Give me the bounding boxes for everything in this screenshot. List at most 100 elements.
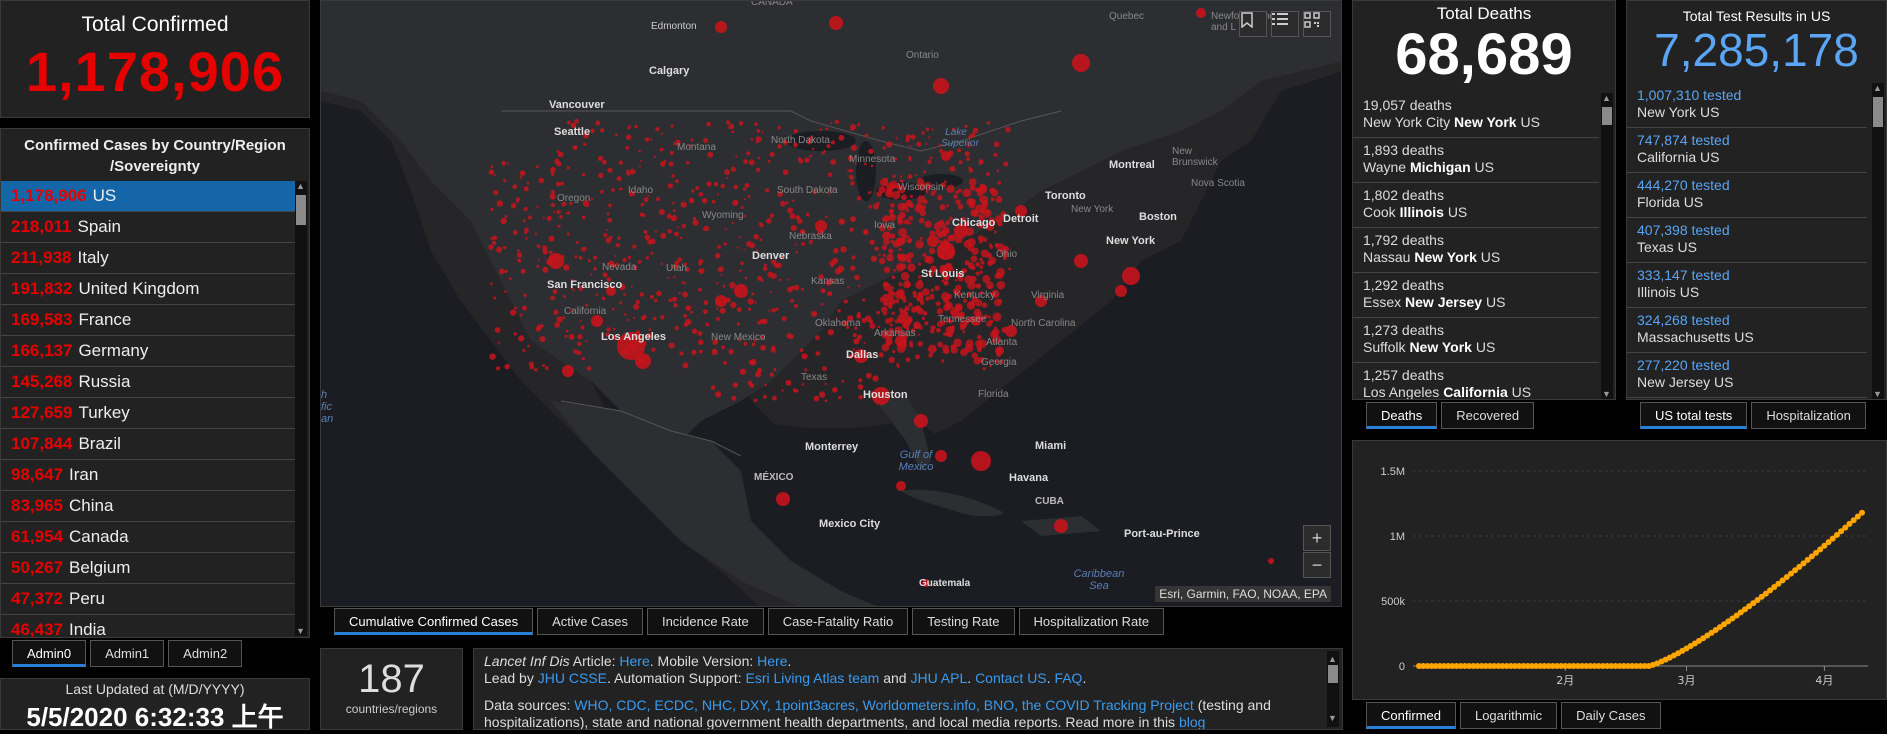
case-bubble[interactable] <box>673 303 678 308</box>
case-bubble[interactable] <box>1196 8 1206 18</box>
case-bubble[interactable] <box>618 160 623 165</box>
case-bubble[interactable] <box>701 197 708 204</box>
case-bubble[interactable] <box>863 342 866 345</box>
case-bubble[interactable] <box>795 251 798 254</box>
case-bubble[interactable] <box>815 335 820 341</box>
case-bubble[interactable] <box>897 218 904 225</box>
case-bubble[interactable] <box>968 300 975 308</box>
case-bubble[interactable] <box>656 290 662 297</box>
case-bubble[interactable] <box>728 348 734 355</box>
case-bubble[interactable] <box>905 134 911 140</box>
case-bubble[interactable] <box>757 156 761 160</box>
case-bubble[interactable] <box>748 159 755 166</box>
case-bubble[interactable] <box>626 318 629 322</box>
case-bubble[interactable] <box>577 341 582 347</box>
case-bubble[interactable] <box>595 120 601 126</box>
case-bubble[interactable] <box>851 255 856 260</box>
case-bubble[interactable] <box>933 78 949 94</box>
case-bubble[interactable] <box>770 272 777 280</box>
case-bubble[interactable] <box>724 169 730 176</box>
case-bubble[interactable] <box>811 147 815 151</box>
case-bubble[interactable] <box>595 293 599 296</box>
case-bubble[interactable] <box>975 283 982 289</box>
case-bubble[interactable] <box>550 172 555 176</box>
case-bubble[interactable] <box>692 219 699 226</box>
tab-case-fatality-ratio[interactable]: Case-Fatality Ratio <box>767 608 909 635</box>
case-bubble[interactable] <box>536 244 541 249</box>
case-bubble[interactable] <box>921 131 925 135</box>
case-bubble[interactable] <box>559 215 563 219</box>
case-bubble[interactable] <box>801 383 805 386</box>
case-bubble[interactable] <box>649 294 654 300</box>
case-bubble[interactable] <box>750 358 757 366</box>
case-bubble[interactable] <box>723 242 727 246</box>
case-bubble[interactable] <box>702 227 706 231</box>
case-bubble[interactable] <box>722 360 727 365</box>
case-bubble[interactable] <box>679 236 683 240</box>
case-bubble[interactable] <box>496 200 504 207</box>
case-bubble[interactable] <box>772 395 777 401</box>
case-bubble[interactable] <box>745 184 748 187</box>
case-bubble[interactable] <box>660 315 665 320</box>
case-bubble[interactable] <box>688 197 695 204</box>
case-bubble[interactable] <box>513 332 517 336</box>
case-bubble[interactable] <box>514 306 517 310</box>
case-bubble[interactable] <box>964 151 970 157</box>
case-bubble[interactable] <box>715 391 722 398</box>
case-bubble[interactable] <box>892 174 896 179</box>
case-bubble[interactable] <box>731 395 737 401</box>
case-bubble[interactable] <box>736 246 739 249</box>
case-bubble[interactable] <box>550 202 555 208</box>
case-bubble[interactable] <box>907 263 916 272</box>
case-bubble[interactable] <box>833 247 839 254</box>
case-bubble[interactable] <box>612 327 616 331</box>
case-bubble[interactable] <box>565 329 569 333</box>
case-bubble[interactable] <box>736 307 742 312</box>
case-bubble[interactable] <box>762 266 768 271</box>
case-bubble[interactable] <box>767 159 771 163</box>
case-bubble[interactable] <box>705 322 710 327</box>
case-bubble[interactable] <box>793 128 798 134</box>
case-bubble[interactable] <box>743 248 746 251</box>
case-bubble[interactable] <box>668 342 675 349</box>
case-bubble[interactable] <box>878 253 881 256</box>
case-bubble[interactable] <box>906 238 913 244</box>
case-bubble[interactable] <box>878 257 886 265</box>
case-bubble[interactable] <box>728 123 735 130</box>
case-bubble[interactable] <box>882 253 887 258</box>
case-bubble[interactable] <box>779 278 782 282</box>
case-bubble[interactable] <box>516 252 523 258</box>
case-bubble[interactable] <box>625 145 630 150</box>
case-bubble[interactable] <box>706 181 712 187</box>
case-bubble[interactable] <box>683 314 688 318</box>
case-bubble[interactable] <box>496 246 503 253</box>
case-bubble[interactable] <box>834 119 839 124</box>
case-bubble[interactable] <box>698 339 704 345</box>
case-bubble[interactable] <box>977 235 984 242</box>
case-bubble[interactable] <box>504 269 508 273</box>
case-bubble[interactable] <box>925 142 928 145</box>
case-bubble[interactable] <box>494 327 501 333</box>
country-row[interactable]: 191,832 United Kingdom <box>1 274 295 305</box>
case-bubble[interactable] <box>536 264 540 269</box>
case-bubble[interactable] <box>539 336 546 343</box>
case-bubble[interactable] <box>554 158 560 164</box>
case-bubble[interactable] <box>719 307 726 314</box>
case-bubble[interactable] <box>523 293 527 298</box>
case-bubble[interactable] <box>682 291 688 298</box>
case-bubble[interactable] <box>857 123 861 127</box>
case-bubble[interactable] <box>903 315 913 325</box>
case-bubble[interactable] <box>908 215 914 221</box>
case-bubble[interactable] <box>781 389 784 392</box>
case-bubble[interactable] <box>675 179 679 184</box>
case-bubble[interactable] <box>697 331 703 336</box>
case-bubble[interactable] <box>490 165 494 168</box>
case-bubble[interactable] <box>929 156 933 160</box>
case-bubble[interactable] <box>819 128 822 131</box>
case-bubble[interactable] <box>711 199 716 204</box>
case-bubble[interactable] <box>639 212 644 217</box>
case-bubble[interactable] <box>599 128 605 133</box>
case-bubble[interactable] <box>585 340 588 343</box>
case-bubble[interactable] <box>655 197 660 202</box>
case-bubble[interactable] <box>738 269 742 273</box>
